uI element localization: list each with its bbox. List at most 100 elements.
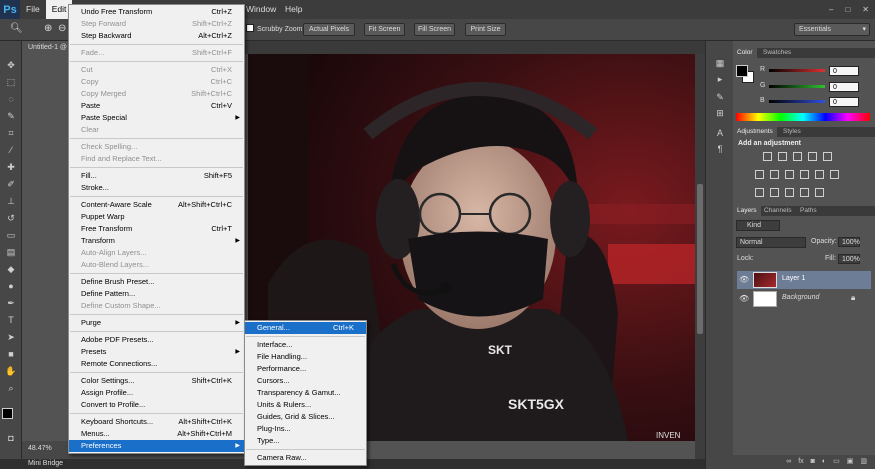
prefs-menu-item[interactable]: Interface... [245,339,366,351]
minimize-icon[interactable]: – [829,5,833,14]
curves-icon[interactable] [793,152,802,161]
tab-swatches[interactable]: Swatches [759,48,795,58]
tab-color[interactable]: Color [733,48,757,58]
prefs-menu-item[interactable]: Cursors... [245,375,366,387]
visibility-eye-icon[interactable]: 👁︎ [739,294,749,303]
edit-menu-item[interactable]: Fill... Shift+F5 [69,170,244,182]
prefs-menu-item[interactable]: File Handling... [245,351,366,363]
channel-r-field[interactable]: 0 [829,66,859,76]
edit-menu-item[interactable]: Step Backward Alt+Ctrl+Z [69,30,244,42]
edit-menu-item[interactable]: Transform ▶ [69,235,244,247]
eraser-tool-icon[interactable]: ▭ [4,229,18,242]
hand-tool-icon[interactable]: ✋ [4,365,18,378]
edit-menu-item[interactable]: Stroke... [69,182,244,194]
edit-menu-item[interactable]: Paste Ctrl+V [69,100,244,112]
edit-menu-item[interactable]: Presets ▶ [69,346,244,358]
scrollbar-thumb[interactable] [697,184,703,334]
link-icon[interactable]: ∞ [786,455,791,469]
edit-menu-item[interactable]: Purge ▶ [69,317,244,329]
edit-menu-item[interactable]: Convert to Profile... [69,399,244,411]
foreground-color-swatch[interactable] [2,408,13,419]
type-tool-icon[interactable]: T [4,314,18,327]
actions-panel-icon[interactable]: ▸ [713,73,727,86]
menu-window[interactable]: Window [240,0,282,19]
channel-b-slider[interactable] [769,100,825,103]
trash-icon[interactable]: ▥ [860,455,867,469]
color-balance-icon[interactable] [770,170,779,179]
channel-mixer-icon[interactable] [815,170,824,179]
prefs-menu-item[interactable]: Units & Rulers... [245,399,366,411]
healing-tool-icon[interactable]: ✚ [4,161,18,174]
prefs-menu-item[interactable]: Performance... [245,363,366,375]
prefs-menu-item[interactable]: Camera Raw... [245,452,366,464]
layer-name[interactable]: Background [782,294,819,301]
character-panel-icon[interactable]: A [713,127,727,140]
exposure-icon[interactable] [808,152,817,161]
prefs-menu-item[interactable]: Transparency & Gamut... [245,387,366,399]
menu-file[interactable]: File [20,0,46,19]
channel-b-field[interactable]: 0 [829,97,859,107]
blur-tool-icon[interactable]: ◆ [4,263,18,276]
color-spectrum-bar[interactable] [736,113,870,121]
lasso-tool-icon[interactable]: ◌ [4,93,18,106]
posterize-icon[interactable] [770,188,779,197]
brush-tool-icon[interactable]: ✐ [4,178,18,191]
edit-menu-item[interactable]: Puppet Warp [69,211,244,223]
threshold-icon[interactable] [785,188,794,197]
tab-paths[interactable]: Paths [796,206,821,216]
tab-layers[interactable]: Layers [733,206,761,216]
photo-filter-icon[interactable] [800,170,809,179]
maximize-icon[interactable]: □ [845,5,850,14]
print-size-button[interactable]: Print Size [465,23,506,36]
edit-menu-item[interactable]: Assign Profile... [69,387,244,399]
hue-saturation-icon[interactable] [755,170,764,179]
move-tool-icon[interactable]: ✥ [4,59,18,72]
edit-menu-item[interactable]: Content-Aware Scale Alt+Shift+Ctrl+C [69,199,244,211]
new-layer-icon[interactable]: ▣ [847,455,854,469]
prefs-menu-item[interactable]: Plug-Ins... [245,423,366,435]
edit-menu-item[interactable]: Keyboard Shortcuts... Alt+Shift+Ctrl+K [69,416,244,428]
paragraph-panel-icon[interactable]: ¶ [713,143,727,156]
edit-menu-item[interactable]: Adobe PDF Presets... [69,334,244,346]
clone-source-icon[interactable]: ⊞ [713,107,727,120]
brightness-contrast-icon[interactable] [763,152,772,161]
layer-row[interactable]: 👁︎ Layer 1 [737,271,871,289]
tab-adjustments[interactable]: Adjustments [733,127,777,137]
marquee-tool-icon[interactable]: ⬚ [4,76,18,89]
color-lookup-icon[interactable] [830,170,839,179]
eyedropper-tool-icon[interactable]: ⁄ [4,144,18,157]
edit-menu-item[interactable]: Paste Special ▶ [69,112,244,124]
edit-menu-item[interactable]: Menus... Alt+Shift+Ctrl+M [69,428,244,440]
history-panel-icon[interactable]: ▦ [713,57,727,70]
fx-icon[interactable]: fx [798,455,803,469]
zoom-tool-icon[interactable]: 🔍︎ [10,23,23,34]
channel-g-slider[interactable] [769,85,825,88]
workspace-select[interactable]: Essentials ▾ [794,23,870,36]
close-icon[interactable]: ✕ [862,5,869,14]
scrubby-zoom-checkbox[interactable] [246,24,254,32]
zoom-in-icon[interactable]: ⊕ [44,23,52,34]
edit-menu-item[interactable]: Remote Connections... [69,358,244,370]
edit-menu-item[interactable]: Free Transform Ctrl+T [69,223,244,235]
prefs-menu-item[interactable]: Type... [245,435,366,447]
zoom-tool-icon[interactable]: ⌕ [4,382,18,395]
edit-menu-item[interactable]: Undo Free Transform Ctrl+Z [69,6,244,18]
crop-tool-icon[interactable]: ⌗ [4,127,18,140]
invert-icon[interactable] [755,188,764,197]
quick-mask-icon[interactable]: ◘ [4,432,18,445]
mask-icon[interactable]: ◙ [811,455,815,469]
quick-select-tool-icon[interactable]: ✎ [4,110,18,123]
layer-kind-filter[interactable]: Kind [736,220,780,231]
shape-tool-icon[interactable]: ■ [4,348,18,361]
fill-screen-button[interactable]: Fill Screen [414,23,455,36]
black-white-icon[interactable] [785,170,794,179]
layer-name[interactable]: Layer 1 [782,275,805,282]
pen-tool-icon[interactable]: ✒ [4,297,18,310]
history-brush-tool-icon[interactable]: ↺ [4,212,18,225]
menu-help[interactable]: Help [279,0,308,19]
channel-r-slider[interactable] [769,69,825,72]
tab-channels[interactable]: Channels [760,206,795,216]
visibility-eye-icon[interactable]: 👁︎ [739,275,749,284]
gradient-map-icon[interactable] [800,188,809,197]
prefs-menu-item[interactable]: General... Ctrl+K [245,322,366,334]
